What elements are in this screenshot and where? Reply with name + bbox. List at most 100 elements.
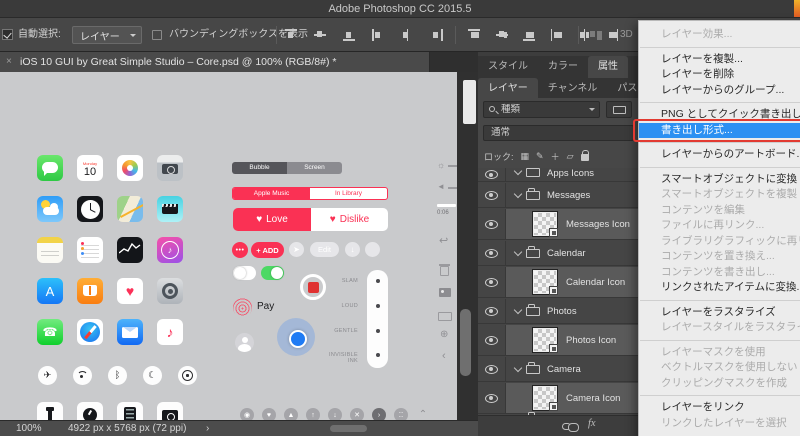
segment-apple-music[interactable]: Apple Music <box>233 188 310 199</box>
lock-transparent-icon[interactable]: ▦ <box>521 151 530 162</box>
menu-item-export-as[interactable]: 書き出し形式... <box>639 123 800 139</box>
panel-tab-レイヤー[interactable]: レイヤー <box>478 78 538 98</box>
layer-thumbnail[interactable] <box>533 270 557 294</box>
chevron-up-icon[interactable]: ⌃ <box>416 408 430 420</box>
reminders-app-icon[interactable] <box>77 237 103 263</box>
distribute-top-icon[interactable] <box>468 29 481 41</box>
menu-item[interactable]: レイヤーをラスタライズ <box>639 305 800 321</box>
panel-tab-スタイル[interactable]: スタイル <box>478 56 538 78</box>
download-button[interactable]: ↓ <box>345 242 360 257</box>
weather-app-icon[interactable] <box>37 196 63 222</box>
blend-mode-select[interactable]: 通常 <box>483 125 634 141</box>
visibility-cell[interactable] <box>478 168 506 181</box>
menu-item[interactable]: レイヤーを複製... <box>639 52 800 68</box>
layer-thumbnail[interactable] <box>533 212 557 236</box>
volume-slider[interactable] <box>448 187 457 189</box>
rotation-lock-icon[interactable] <box>178 366 197 385</box>
safari-app-icon[interactable] <box>77 319 103 345</box>
visibility-cell[interactable] <box>478 357 506 381</box>
dislike-button[interactable]: ♥ Dislike <box>311 208 388 231</box>
toggle-off[interactable] <box>233 266 256 280</box>
document-tab[interactable]: × iOS 10 GUI by Great Simple Studio – Co… <box>0 52 430 72</box>
eye-icon[interactable] <box>485 365 498 374</box>
visibility-cell[interactable] <box>478 383 506 413</box>
distribute-vertical-center-icon[interactable] <box>496 29 509 41</box>
chevron-down-icon[interactable] <box>514 189 522 197</box>
menu-item[interactable]: レイヤーからのグループ... <box>639 83 800 99</box>
photos-app-icon[interactable] <box>117 155 143 181</box>
calculator-icon[interactable] <box>117 402 143 420</box>
toggle-on[interactable] <box>261 266 284 280</box>
send-location-button[interactable]: ➤ <box>289 242 304 257</box>
heart-icon[interactable]: ♥ <box>262 408 276 420</box>
segmented-control-bubble-screen[interactable]: Bubble Screen <box>232 162 342 174</box>
arrow-down-icon[interactable]: ↓ <box>328 408 342 420</box>
align-right-icon[interactable] <box>430 29 443 41</box>
chevron-down-icon[interactable] <box>514 363 522 371</box>
distribute-right-icon[interactable] <box>606 29 619 41</box>
menu-item[interactable]: レイヤーからのアートボード... <box>639 147 800 163</box>
filter-pixel-button[interactable] <box>606 101 632 118</box>
ibooks-app-icon[interactable] <box>77 278 103 304</box>
eye-icon[interactable] <box>485 191 498 200</box>
globe-icon[interactable]: ⊕ <box>440 329 448 340</box>
chevron-down-icon[interactable] <box>514 305 522 313</box>
back-chevron-icon[interactable]: ‹ <box>442 350 446 362</box>
arrow-up-icon[interactable]: ↑ <box>306 408 320 420</box>
segment-screen[interactable]: Screen <box>287 162 342 174</box>
close-icon[interactable]: ✕ <box>350 408 364 420</box>
segmented-control-apple-music[interactable]: Apple Music In Library <box>232 187 388 200</box>
menu-item[interactable]: スマートオブジェクトに変換 <box>639 172 800 188</box>
auto-select-checkbox[interactable] <box>2 29 13 40</box>
visibility-cell[interactable] <box>478 299 506 323</box>
videos-app-icon[interactable] <box>157 196 183 222</box>
notes-app-icon[interactable] <box>37 237 63 263</box>
do-not-disturb-icon[interactable]: ☾ <box>143 366 162 385</box>
panel-tab-カラー[interactable]: カラー <box>538 56 588 78</box>
zoom-level[interactable]: 100% <box>16 421 42 436</box>
eye-icon[interactable] <box>485 336 498 345</box>
stocks-app-icon[interactable] <box>117 237 143 263</box>
eye-icon[interactable] <box>485 249 498 258</box>
apps-icon[interactable]: ▲ <box>284 408 298 420</box>
intensity-slider[interactable] <box>367 270 388 368</box>
maps-app-icon[interactable] <box>117 196 143 222</box>
align-top-icon[interactable] <box>285 29 298 41</box>
add-button[interactable]: + ADD <box>251 242 284 258</box>
settings-app-icon[interactable] <box>157 278 183 304</box>
lock-paint-icon[interactable]: ✎ <box>536 151 544 162</box>
undo-icon[interactable]: ↩ <box>439 234 448 247</box>
layer-thumbnail[interactable] <box>533 328 557 352</box>
status-arrow-icon[interactable]: › <box>206 421 209 436</box>
messages-app-icon[interactable] <box>37 155 63 181</box>
align-horizontal-center-icon[interactable] <box>401 29 414 41</box>
distribute-left-icon[interactable] <box>551 29 564 41</box>
camera-app-icon[interactable] <box>157 155 183 181</box>
link-layers-icon[interactable] <box>562 423 571 430</box>
layer-thumbnail[interactable] <box>533 386 557 410</box>
align-bottom-icon[interactable] <box>343 29 356 41</box>
eye-icon[interactable] <box>485 394 498 403</box>
segment-bubble[interactable]: Bubble <box>232 162 287 174</box>
distribute-bottom-icon[interactable] <box>523 29 536 41</box>
bounding-box-checkbox[interactable] <box>152 30 162 40</box>
itunes-store-app-icon[interactable]: ♪ <box>157 237 183 263</box>
clock-app-icon[interactable] <box>77 196 103 222</box>
horizontal-scrollbar[interactable] <box>330 425 367 432</box>
circle-button[interactable] <box>365 242 380 257</box>
more-options-button[interactable]: ••• <box>232 242 248 258</box>
close-tab-icon[interactable]: × <box>6 52 12 72</box>
lock-move-icon[interactable]: ＋ <box>551 150 560 163</box>
segment-in-library[interactable]: In Library <box>310 188 387 199</box>
eye-icon[interactable] <box>485 220 498 229</box>
airplane-mode-icon[interactable]: ✈ <box>38 366 57 385</box>
eye-icon[interactable] <box>485 307 498 316</box>
flashlight-icon[interactable] <box>37 402 63 420</box>
chevron-down-icon[interactable] <box>514 168 522 175</box>
chevron-down-icon[interactable] <box>514 247 522 255</box>
love-button[interactable]: ♥ Love <box>233 208 311 231</box>
visibility-cell[interactable] <box>478 209 506 239</box>
camera-shortcut-icon[interactable] <box>157 402 183 420</box>
camera-icon[interactable]: ◉ <box>240 408 254 420</box>
mode-3d-label[interactable]: 3D <box>620 18 633 52</box>
